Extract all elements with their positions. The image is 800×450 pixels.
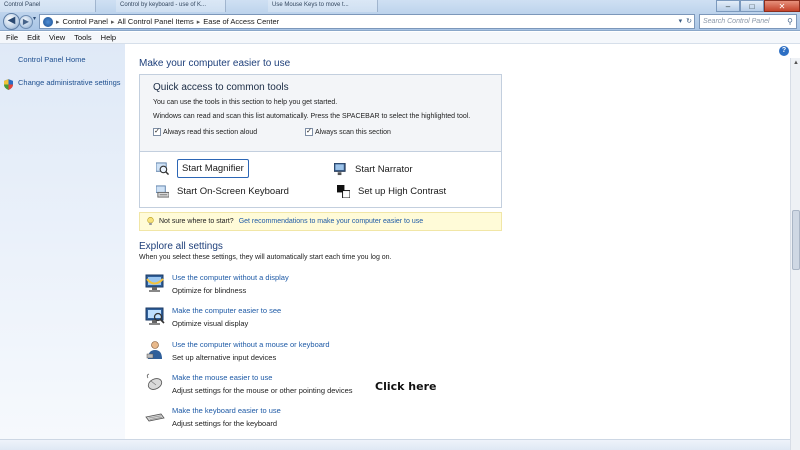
forward-arrow-icon[interactable]: ▶ [19, 15, 33, 29]
window-bottom-edge [0, 439, 790, 450]
start-on-screen-keyboard-button[interactable]: Start On-Screen Keyboard [156, 185, 289, 198]
menu-edit[interactable]: Edit [27, 32, 40, 43]
checkbox-checked-icon[interactable]: ✓ [153, 128, 161, 136]
setting-item-keyboard-easier: Make the keyboard easier to use Adjust s… [145, 406, 505, 434]
setting-item-mouse-easier: Make the mouse easier to use Adjust sett… [145, 373, 505, 401]
address-tools: ▾ ↻ [679, 17, 692, 25]
page-title: Make your computer easier to use [139, 58, 291, 69]
without-display-desc: Optimize for blindness [172, 286, 247, 295]
taskbar-tabs: Control Panel Control by keyboard - use … [0, 0, 520, 12]
without-display-link[interactable]: Use the computer without a display [172, 273, 289, 282]
monitor-blind-icon [145, 274, 164, 292]
without-mouse-keyboard-link[interactable]: Use the computer without a mouse or keyb… [172, 340, 330, 349]
control-panel-icon [43, 16, 53, 27]
quick-access-header: Quick access to common tools You can use… [140, 75, 501, 152]
window-titlebar: Control Panel Control by keyboard - use … [0, 0, 800, 31]
setting-item-without-mouse-keyboard: Use the computer without a mouse or keyb… [145, 340, 505, 368]
checkbox-checked-icon[interactable]: ✓ [305, 128, 313, 136]
tip-text: Not sure where to start? [159, 218, 234, 225]
monitor-see-icon [145, 307, 165, 325]
control-panel-home-link[interactable]: Control Panel Home [18, 55, 86, 64]
menu-view[interactable]: View [49, 32, 65, 43]
start-magnifier-button[interactable]: Start Magnifier [156, 159, 249, 178]
lightbulb-icon [147, 217, 154, 225]
close-button[interactable]: ✕ [764, 0, 800, 12]
change-admin-settings-link[interactable]: Change administrative settings [18, 78, 121, 87]
breadcrumb-control-panel[interactable]: Control Panel [63, 17, 108, 26]
keyboard-easier-link[interactable]: Make the keyboard easier to use [172, 406, 281, 415]
mouse-icon [146, 373, 163, 390]
scroll-up-icon[interactable]: ▲ [792, 60, 800, 68]
magnifier-icon [156, 162, 169, 175]
scroll-thumb[interactable] [792, 210, 800, 270]
uac-shield-icon [4, 79, 13, 90]
setting-item-easier-to-see: Make the computer easier to see Optimize… [145, 306, 505, 334]
mouse-easier-link[interactable]: Make the mouse easier to use [172, 373, 272, 382]
set-up-high-contrast-label: Set up High Contrast [358, 186, 447, 197]
mouse-easier-desc: Adjust settings for the mouse or other p… [172, 386, 353, 395]
window-controls: – □ ✕ [716, 0, 800, 12]
recent-pages-dropdown-icon[interactable]: ▾ [33, 15, 36, 22]
easier-to-see-link[interactable]: Make the computer easier to see [172, 306, 281, 315]
keyboard-easier-desc: Adjust settings for the keyboard [172, 419, 278, 428]
start-magnifier-label: Start Magnifier [177, 159, 249, 178]
recommendation-tip: Not sure where to start? Get recommendat… [139, 212, 502, 231]
always-read-label: Always read this section aloud [163, 128, 258, 136]
always-scan-label: Always scan this section [315, 128, 391, 136]
quick-access-title: Quick access to common tools [153, 82, 289, 93]
breadcrumb-separator[interactable]: ▸ [197, 18, 201, 26]
address-bar[interactable]: ▸ Control Panel ▸ All Control Panel Item… [39, 14, 695, 29]
search-icon[interactable]: ⚲ [787, 17, 793, 26]
without-mouse-keyboard-desc: Set up alternative input devices [172, 353, 277, 362]
tab-control-by-keyboard[interactable]: Control by keyboard - use of K... [116, 0, 226, 12]
quick-access-scan-info: Windows can read and scan this list auto… [153, 113, 471, 120]
breadcrumb-separator[interactable]: ▸ [56, 18, 60, 26]
narrator-icon [334, 163, 346, 176]
easier-to-see-desc: Optimize visual display [172, 319, 249, 328]
breadcrumb-ease-of-access[interactable]: Ease of Access Center [203, 17, 279, 26]
menu-tools[interactable]: Tools [74, 32, 92, 43]
search-placeholder: Search Control Panel [703, 18, 770, 25]
start-on-screen-keyboard-label: Start On-Screen Keyboard [177, 186, 289, 197]
quick-access-intro: You can use the tools in this section to… [153, 99, 338, 106]
start-narrator-label: Start Narrator [355, 164, 413, 175]
start-narrator-button[interactable]: Start Narrator [334, 163, 413, 176]
keyboard-icon [145, 413, 165, 422]
on-screen-keyboard-icon [156, 185, 169, 198]
menu-help[interactable]: Help [101, 32, 116, 43]
left-navigation-pane: Control Panel Home Change administrative… [0, 44, 125, 439]
minimize-button[interactable]: – [716, 0, 740, 12]
always-read-checkbox[interactable]: ✓ Always read this section aloud [153, 128, 257, 136]
back-arrow-icon[interactable]: ◀ [3, 13, 20, 30]
menu-bar: File Edit View Tools Help [0, 32, 800, 44]
get-recommendations-link[interactable]: Get recommendations to make your compute… [239, 218, 423, 225]
high-contrast-icon [337, 185, 350, 198]
explore-settings-description: When you select these settings, they wil… [139, 254, 392, 261]
set-up-high-contrast-button[interactable]: Set up High Contrast [337, 185, 446, 198]
maximize-button[interactable]: □ [740, 0, 764, 12]
breadcrumb-separator[interactable]: ▸ [111, 18, 115, 26]
search-input[interactable]: Search Control Panel ⚲ [699, 14, 797, 29]
click-here-annotation: Click here [375, 380, 437, 393]
tab-use-mouse-keys[interactable]: Use Mouse Keys to move t... [268, 0, 378, 12]
person-input-icon [146, 341, 162, 359]
quick-access-panel: Quick access to common tools You can use… [139, 74, 502, 208]
menu-file[interactable]: File [6, 32, 18, 43]
setting-item-without-display: Use the computer without a display Optim… [145, 273, 505, 301]
help-icon[interactable]: ? [779, 46, 789, 56]
address-dropdown-icon[interactable]: ▾ [679, 17, 683, 25]
explore-settings-heading: Explore all settings [139, 241, 223, 252]
tab-control-panel[interactable]: Control Panel [0, 0, 96, 12]
refresh-icon[interactable]: ↻ [686, 17, 692, 25]
vertical-scrollbar[interactable]: ▲ [790, 58, 800, 450]
always-scan-checkbox[interactable]: ✓ Always scan this section [305, 128, 391, 136]
breadcrumb-all-items[interactable]: All Control Panel Items [117, 17, 193, 26]
